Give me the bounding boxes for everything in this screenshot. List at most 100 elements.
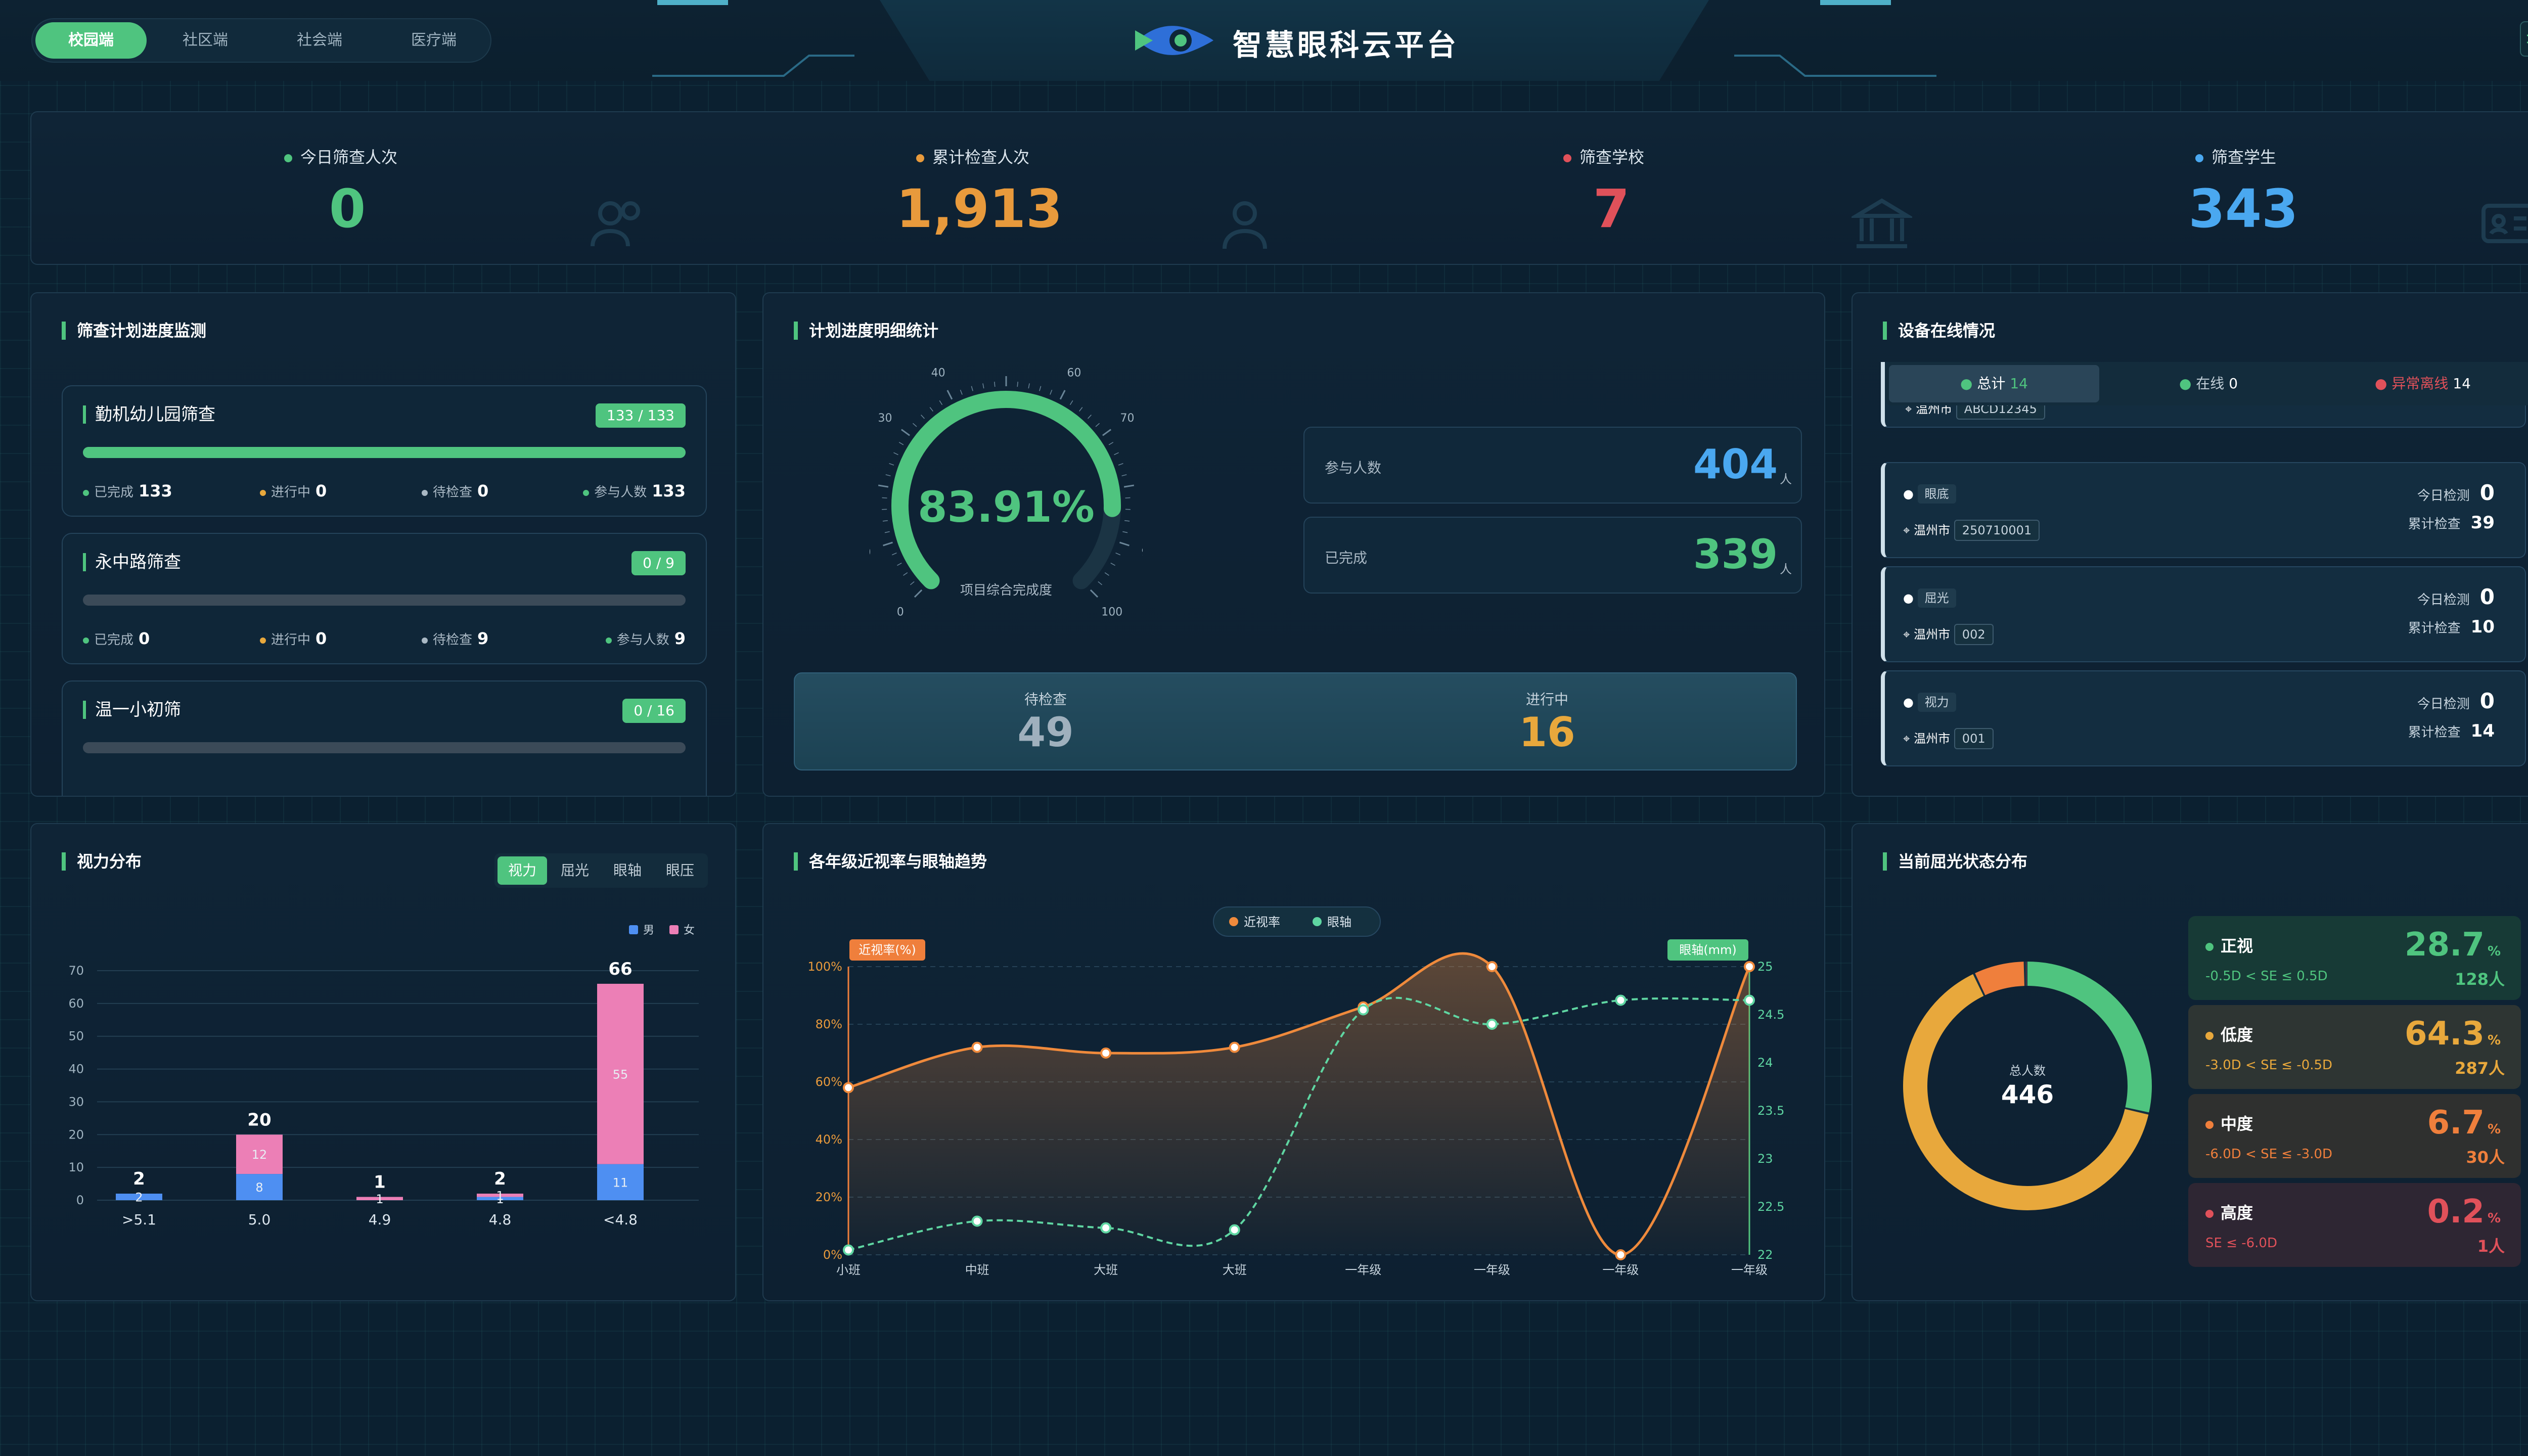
bar-value-label: 55 [613,1067,628,1081]
plan-monitor-panel: 筛查计划进度监测 勤机幼儿园筛查 133 / 133 已完成 133 进行中 0 待… [30,292,736,797]
vision-tabs: 视力 屈光 眼轴 眼压 [494,853,708,888]
x-tick-label: 4.8 [489,1211,512,1228]
plan-stat-participants: 参与人数 133 [583,481,686,500]
gauge-tick [893,452,898,456]
right-tick-label: 25 [1757,960,1773,974]
person-icon [1223,201,1267,249]
refraction-card[interactable]: 中度 -6.0D < SE ≤ -3.0D 6.7% 30人 [2188,1094,2521,1178]
plan-detail-panel: 计划进度明细统计 010203040506070809010083.91%项目综… [762,292,1825,797]
y-tick-label: 30 [68,1095,84,1109]
tab-vision[interactable]: 视力 [498,856,547,885]
tab-society[interactable]: 社会端 [264,22,375,59]
header-deco-right [1734,0,1936,77]
tab-device-online[interactable]: ● 在线 0 [2103,365,2314,402]
left-tick-label: 80% [816,1017,842,1031]
myopia-point [1744,961,1755,972]
device-today: 今日检测 0 [2417,480,2495,505]
device-card[interactable]: ● 视力 ⌖ 温州市 001 今日检测 0 累计检查 14 [1881,670,2526,766]
x-tick-label: 一年级 [1731,1263,1768,1277]
refraction-name: 高度 [2205,1200,2253,1223]
bar-value-label: 8 [255,1180,263,1195]
stat-label-cumulative: 累计检查人次 [916,145,1029,168]
tab-medical[interactable]: 医疗端 [378,22,489,59]
axial-point [1100,1222,1112,1234]
right-tick-label: 24.5 [1757,1008,1784,1022]
axial-point [1229,1224,1240,1236]
legend-label-female: 女 [684,924,695,937]
stats-panel: 今日筛查人次 0 累计检查人次 1,913 筛查学校 7 筛查学生 343 [30,111,2528,265]
gauge-tick [1017,382,1018,387]
device-city: ⌖ 温州市 250710001 [1903,520,2040,541]
status-dot [284,154,292,162]
progress-track [83,595,686,606]
refraction-card[interactable]: 正视 -0.5D < SE ≤ 0.5D 28.7% 128人 [2188,916,2521,1000]
gauge-tick [1102,429,1111,436]
gauge-tick [889,463,894,466]
tab-iop[interactable]: 眼压 [655,856,705,885]
gauge-tick [1028,383,1030,389]
legend-swatch-male [629,925,638,934]
refraction-name: 中度 [2205,1111,2253,1134]
plan-card[interactable]: 勤机幼儿园筛查 133 / 133 已完成 133 进行中 0 待检查 0 参与人数 1… [62,385,707,517]
bar-value-label: 2 [135,1191,143,1205]
device-card[interactable]: ● 屈光 ⌖ 温州市 002 今日检测 0 累计检查 10 [1881,566,2526,662]
gauge-tick [898,442,904,445]
device-code: 001 [1954,728,1994,749]
bar-value-label: 11 [613,1175,628,1190]
gauge-tick [1104,572,1109,576]
plan-stat-inprogress: 进行中 0 [260,481,327,500]
myopia-point [1100,1048,1112,1059]
tab-device-offline[interactable]: ● 异常离线 14 [2318,365,2528,402]
inprogress-label: 进行中 [1525,691,1568,708]
device-today: 今日检测 0 [2417,689,2495,713]
device-total: 累计检查 10 [2408,617,2495,637]
panel-title: 视力分布 [62,852,142,871]
gauge-tick [1069,400,1073,405]
legend-label-myopia: 近视率 [1244,915,1280,929]
panel-title: 筛查计划进度监测 [62,322,206,340]
tab-axial[interactable]: 眼轴 [603,856,652,885]
stat-label-schools: 筛查学校 [1563,145,1644,168]
panel-title: 设备在线情况 [1883,322,1995,340]
plan-progress-badge: 133 / 133 [595,403,686,428]
axial-point [1744,994,1755,1006]
y-tick-label: 20 [68,1127,84,1142]
left-tick-label: 100% [807,960,842,974]
stat-value-cumulative: 1,913 [896,178,1063,240]
x-tick-label: 5.0 [248,1211,271,1228]
gauge-tick [1118,463,1123,466]
gauge-tick-label: 100 [1101,606,1122,618]
gauge-tick [1115,553,1121,556]
y-tick-label: 10 [68,1160,84,1174]
fullscreen-button[interactable] [2520,21,2528,57]
gauge-tick [1088,415,1092,419]
refraction-count: 1人 [2477,1237,2505,1256]
refraction-card[interactable]: 高度 SE ≤ -6.0D 0.2% 1人 [2188,1183,2521,1267]
gauge-tick [878,484,889,488]
plan-card[interactable]: 永中路筛查 0 / 9 已完成 0 进行中 0 待检查 9 参与人数 9 [62,533,707,664]
tab-community[interactable]: 社区端 [150,22,261,59]
plan-progress-badge: 0 / 16 [622,699,686,723]
bar-value-label: 1 [496,1189,504,1203]
plan-name: 勤机幼儿园筛查 [83,405,215,424]
bar-value-label: 1 [376,1192,383,1206]
right-tick-label: 22 [1757,1248,1773,1262]
tab-campus[interactable]: 校园端 [35,22,147,59]
y-tick-label: 0 [76,1193,84,1207]
gauge-tick [912,423,917,427]
x-tick-label: 小班 [836,1263,861,1277]
refraction-pct: 0.2% [2427,1193,2501,1231]
device-type: ● 屈光 [1903,588,1956,608]
tab-device-total[interactable]: ● 总计 14 [1889,365,2099,402]
x-tick-label: 4.9 [369,1211,391,1228]
gauge-tick [1039,386,1042,391]
device-type: ● 眼底 [1903,484,1956,504]
left-axis-badge-label: 近视率(%) [859,943,916,957]
status-dot [916,154,924,162]
tab-refraction[interactable]: 屈光 [550,856,600,885]
plan-name: 温一小初筛 [83,701,181,719]
device-card[interactable]: ● 眼底 ⌖ 温州市 250710001 今日检测 0 累计检查 39 [1881,462,2526,558]
gauge-tick [1098,581,1103,585]
plan-card[interactable]: 温一小初筛 0 / 16 [62,680,707,796]
refraction-card[interactable]: 低度 -3.0D < SE ≤ -0.5D 64.3% 287人 [2188,1005,2521,1089]
